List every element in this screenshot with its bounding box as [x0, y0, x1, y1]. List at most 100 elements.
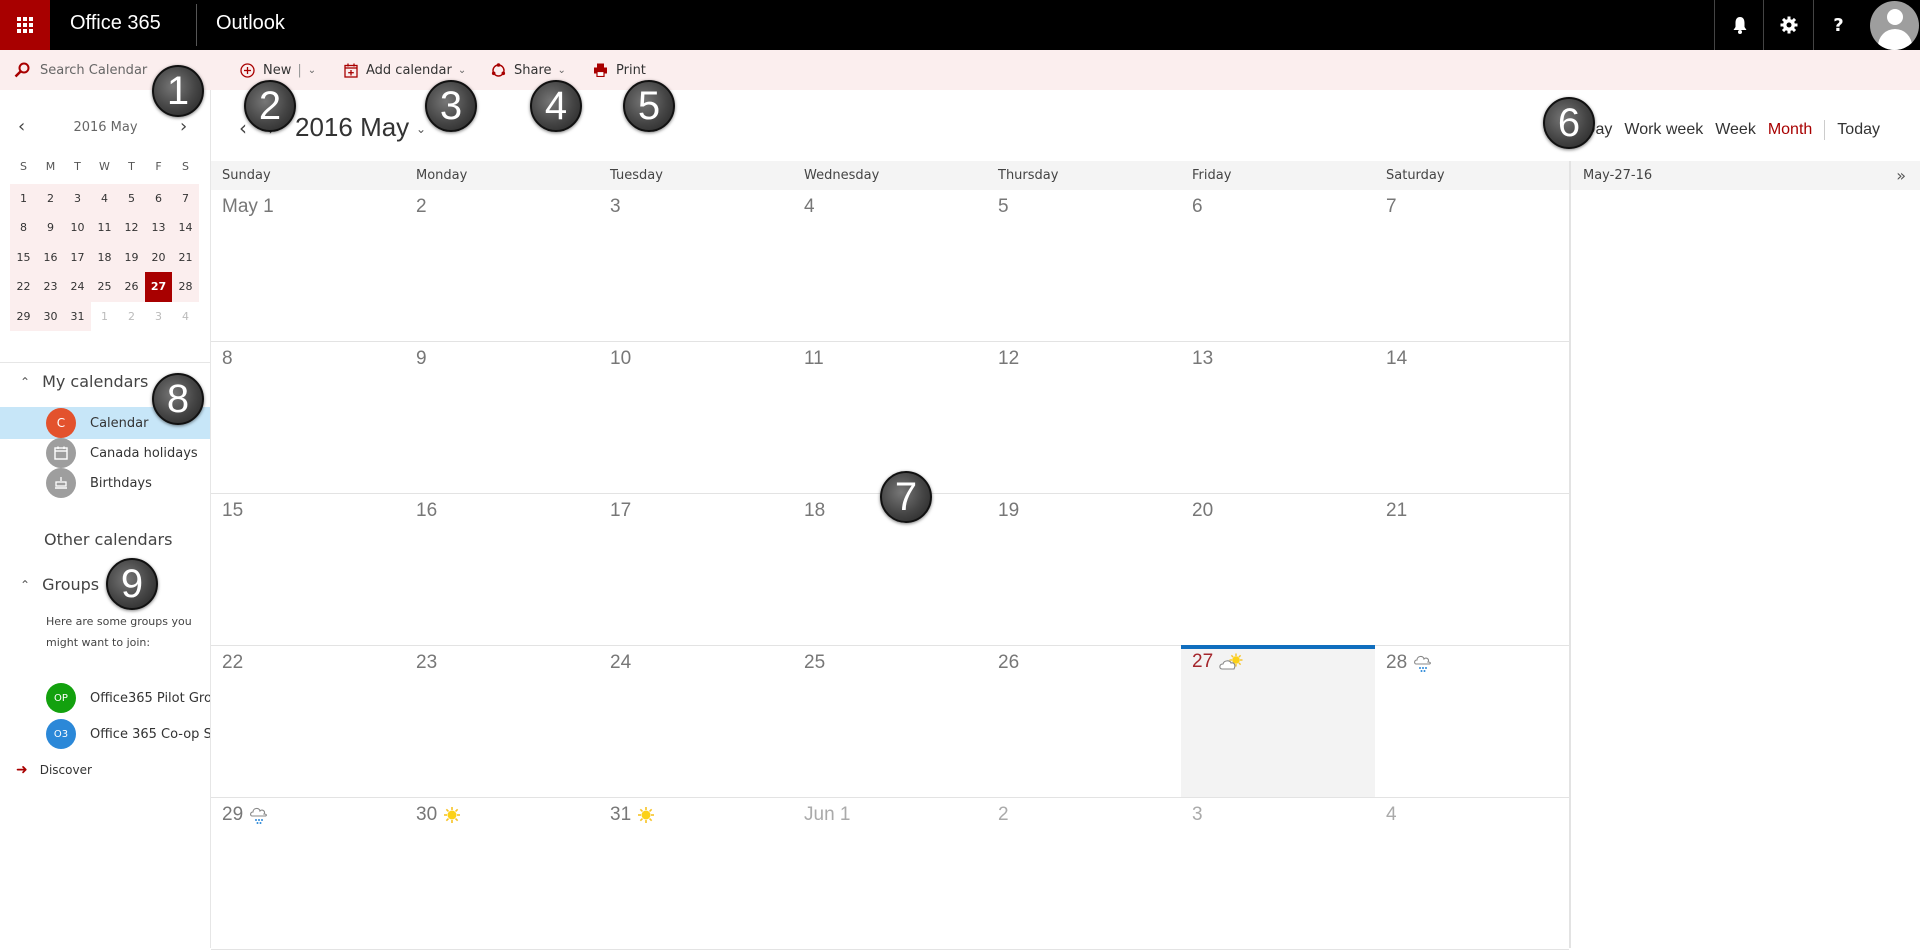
chevron-down-icon: ⌄ [557, 64, 566, 76]
day-cell[interactable]: 30 [405, 798, 599, 949]
mini-calendar-day-today[interactable]: 27 [145, 272, 172, 302]
day-cell[interactable]: 22 [211, 646, 405, 797]
day-cell[interactable]: 16 [405, 494, 599, 645]
mini-calendar-day[interactable]: 20 [145, 242, 172, 272]
day-cell[interactable]: 11 [793, 342, 987, 493]
day-cell[interactable]: 31 [599, 798, 793, 949]
day-cell[interactable]: 25 [793, 646, 987, 797]
day-cell[interactable]: Jun 1 [793, 798, 987, 949]
mini-calendar-day[interactable]: 21 [172, 242, 199, 272]
mini-calendar-day[interactable]: 9 [37, 213, 64, 243]
avatar[interactable] [1870, 1, 1919, 50]
previous-month-button[interactable]: ‹ [239, 116, 247, 140]
mini-calendar-day[interactable]: 1 [10, 183, 37, 213]
mini-calendar-day[interactable]: 8 [10, 213, 37, 243]
mini-calendar-day[interactable]: 24 [64, 272, 91, 302]
day-cell[interactable]: 8 [211, 342, 405, 493]
day-cell[interactable]: 19 [987, 494, 1181, 645]
view-week-button[interactable]: Week [1715, 121, 1756, 139]
mini-calendar-day[interactable]: 5 [118, 183, 145, 213]
new-dropdown-chevron-icon[interactable]: ⌄ [308, 65, 316, 76]
day-cell[interactable]: 12 [987, 342, 1181, 493]
day-cell[interactable]: 9 [405, 342, 599, 493]
day-cell[interactable]: 29 [211, 798, 405, 949]
notifications-button[interactable] [1715, 0, 1764, 50]
day-cell[interactable]: 7 [1375, 190, 1569, 341]
mini-calendar-day[interactable]: 3 [145, 301, 172, 331]
mini-calendar-day[interactable]: 16 [37, 242, 64, 272]
day-cell[interactable]: 3 [599, 190, 793, 341]
help-button[interactable]: ? [1814, 0, 1863, 50]
day-cell[interactable]: 6 [1181, 190, 1375, 341]
mini-calendar-day[interactable]: 23 [37, 272, 64, 302]
day-cell[interactable]: 14 [1375, 342, 1569, 493]
day-cell[interactable]: 2 [405, 190, 599, 341]
brand-name[interactable]: Office 365 [70, 12, 161, 35]
day-cell[interactable]: 3 [1181, 798, 1375, 949]
day-cell[interactable]: 2 [987, 798, 1181, 949]
calendar-item-label: Calendar [90, 415, 149, 431]
mini-calendar-day[interactable]: 29 [10, 301, 37, 331]
mini-calendar-day[interactable]: 31 [64, 301, 91, 331]
day-cell-today[interactable]: 27 [1181, 645, 1375, 797]
mini-calendar-day[interactable]: 14 [172, 213, 199, 243]
mini-calendar-day[interactable]: 7 [172, 183, 199, 213]
other-calendars-header[interactable]: Other calendars [44, 530, 172, 549]
day-cell[interactable]: 5 [987, 190, 1181, 341]
today-button[interactable]: Today [1837, 121, 1880, 139]
calendar-item[interactable]: Canada holidays [0, 437, 210, 469]
mini-calendar-day[interactable]: 13 [145, 213, 172, 243]
mini-calendar-next-button[interactable]: › [180, 116, 187, 137]
mini-calendar-day[interactable]: 30 [37, 301, 64, 331]
day-number-wrap: 21 [1386, 500, 1407, 522]
mini-calendar-day[interactable]: 11 [91, 213, 118, 243]
my-calendars-header[interactable]: ⌃ My calendars [20, 372, 148, 391]
mini-calendar-day[interactable]: 22 [10, 272, 37, 302]
mini-calendar-day[interactable]: 6 [145, 183, 172, 213]
day-cell[interactable]: 26 [987, 646, 1181, 797]
mini-calendar-day[interactable]: 3 [64, 183, 91, 213]
app-launcher-button[interactable] [0, 0, 50, 50]
day-cell[interactable]: 10 [599, 342, 793, 493]
mini-calendar-day[interactable]: 1 [91, 301, 118, 331]
day-cell[interactable]: 21 [1375, 494, 1569, 645]
month-title[interactable]: 2016 May [295, 112, 409, 143]
mini-calendar-day[interactable]: 12 [118, 213, 145, 243]
mini-calendar-day[interactable]: 15 [10, 242, 37, 272]
settings-button[interactable] [1764, 0, 1813, 50]
mini-calendar-day[interactable]: 2 [37, 183, 64, 213]
chevron-down-icon[interactable]: ⌄ [416, 122, 426, 136]
bell-icon [1733, 17, 1746, 34]
group-item[interactable]: O3 Office 365 Co-op Students [0, 716, 210, 752]
mini-calendar-day[interactable]: 4 [172, 301, 199, 331]
calendar-item[interactable]: Birthdays [0, 467, 210, 499]
mini-calendar-day[interactable]: 25 [91, 272, 118, 302]
day-cell[interactable]: 13 [1181, 342, 1375, 493]
view-work-week-button[interactable]: Work week [1624, 121, 1703, 139]
day-cell[interactable]: 20 [1181, 494, 1375, 645]
day-cell[interactable]: 17 [599, 494, 793, 645]
mini-calendar-day[interactable]: 26 [118, 272, 145, 302]
day-cell[interactable]: 23 [405, 646, 599, 797]
mini-calendar-day[interactable]: 10 [64, 213, 91, 243]
mini-calendar-day[interactable]: 2 [118, 301, 145, 331]
groups-header[interactable]: ⌃ Groups [20, 575, 99, 594]
day-cell[interactable]: 4 [793, 190, 987, 341]
group-item[interactable]: OP Office365 Pilot Group [0, 680, 210, 716]
mini-calendar-day[interactable]: 4 [91, 183, 118, 213]
divider [1824, 120, 1826, 140]
mini-calendar-day[interactable]: 28 [172, 272, 199, 302]
mini-calendar-day[interactable]: 19 [118, 242, 145, 272]
mini-calendar-day[interactable]: 17 [64, 242, 91, 272]
day-cell[interactable]: 4 [1375, 798, 1569, 949]
mini-calendar-day[interactable]: 18 [91, 242, 118, 272]
mini-weekday-label: T [74, 159, 81, 173]
discover-link[interactable]: ➜ Discover [16, 762, 92, 778]
day-cell[interactable]: 28 [1375, 646, 1569, 797]
day-cell[interactable]: 24 [599, 646, 793, 797]
day-cell[interactable]: 15 [211, 494, 405, 645]
expand-agenda-button[interactable]: » [1896, 166, 1906, 185]
app-name[interactable]: Outlook [216, 12, 285, 35]
view-month-button[interactable]: Month [1768, 121, 1812, 139]
day-cell[interactable]: May 1 [211, 190, 405, 341]
